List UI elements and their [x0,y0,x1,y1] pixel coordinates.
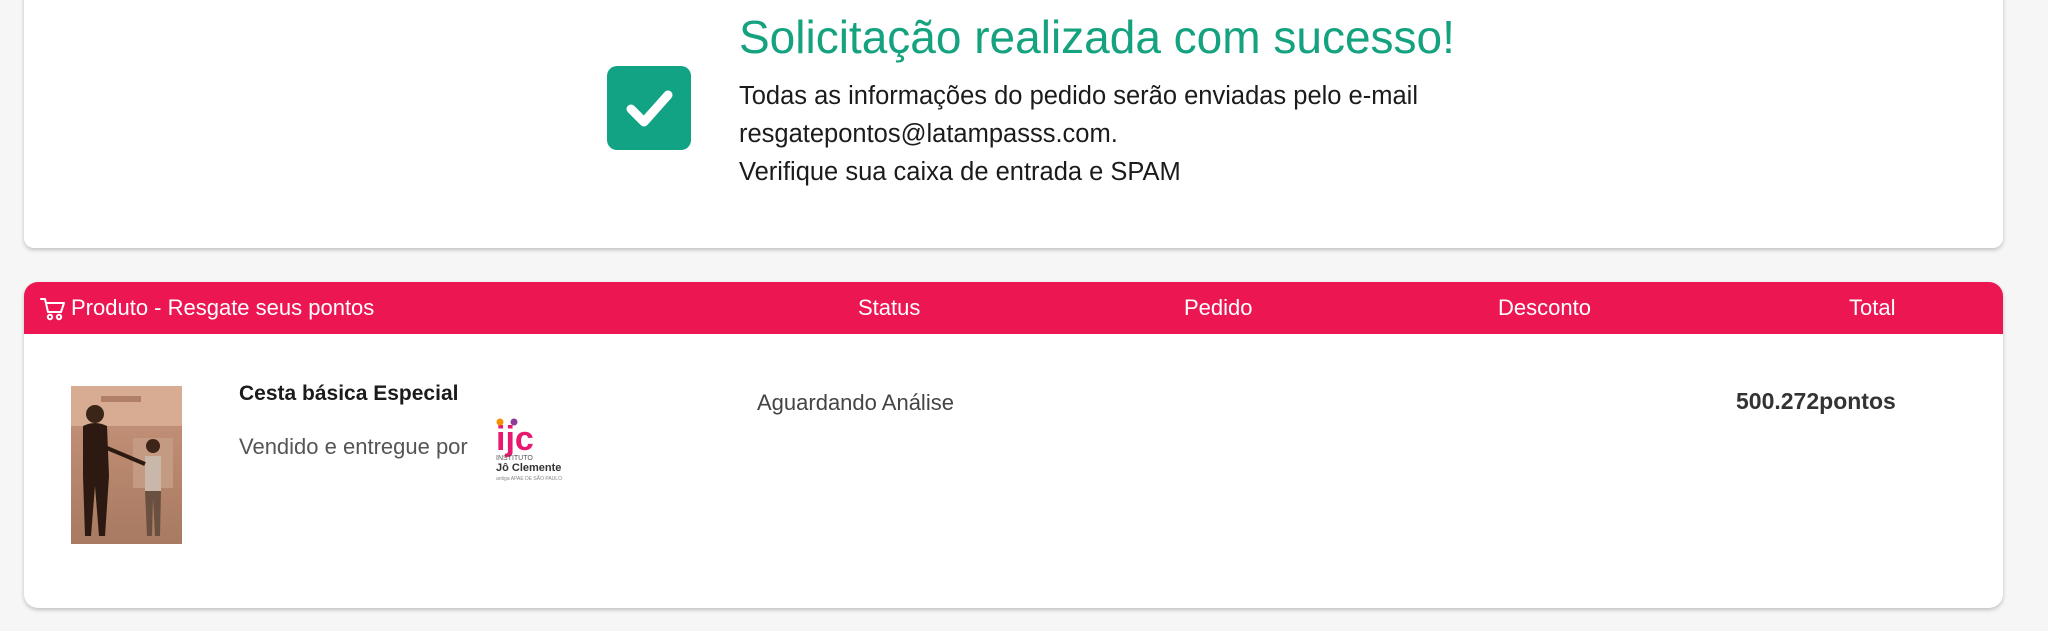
success-message-line: Verifique sua caixa de entrada e SPAM [739,158,1181,186]
column-desconto: Desconto [1498,295,1591,320]
partner-logo-line2: Jô Clemente [496,462,561,474]
cart-icon [40,298,65,321]
column-product: Produto - Resgate seus pontos [71,295,375,320]
partner-logo: ijc INSTITUTO Jô Clemente antiga APAE DE… [496,418,562,482]
success-message-line: Todas as informações do pedido serão env… [739,82,1418,110]
check-icon [607,66,691,150]
order-total: 500.272pontos [1736,388,1896,414]
partner-logo-line3: antiga APAE DE SÃO PAULO [496,475,562,482]
partner-logo-line1: INSTITUTO [496,455,533,462]
product-name[interactable]: Cesta básica Especial [239,382,458,406]
success-card: Solicitação realizada com sucesso! Todas… [24,0,2003,248]
success-title: Solicitação realizada com sucesso! [739,11,1455,63]
column-status: Status [858,295,921,320]
product-image[interactable] [71,386,182,544]
partner-logo-acronym: ijc [496,420,534,458]
column-total: Total [1849,295,1896,320]
order-card: Produto - Resgate seus pontos Status Ped… [24,282,2003,608]
column-pedido: Pedido [1184,295,1253,320]
success-message: Todas as informações do pedido serão env… [739,77,1459,191]
order-status: Aguardando Análise [757,390,954,415]
order-table-header: Produto - Resgate seus pontos Status Ped… [24,282,2003,334]
success-email: resgatepontos@latampasss.com. [739,120,1118,148]
sold-by-label: Vendido e entregue por [239,434,468,459]
